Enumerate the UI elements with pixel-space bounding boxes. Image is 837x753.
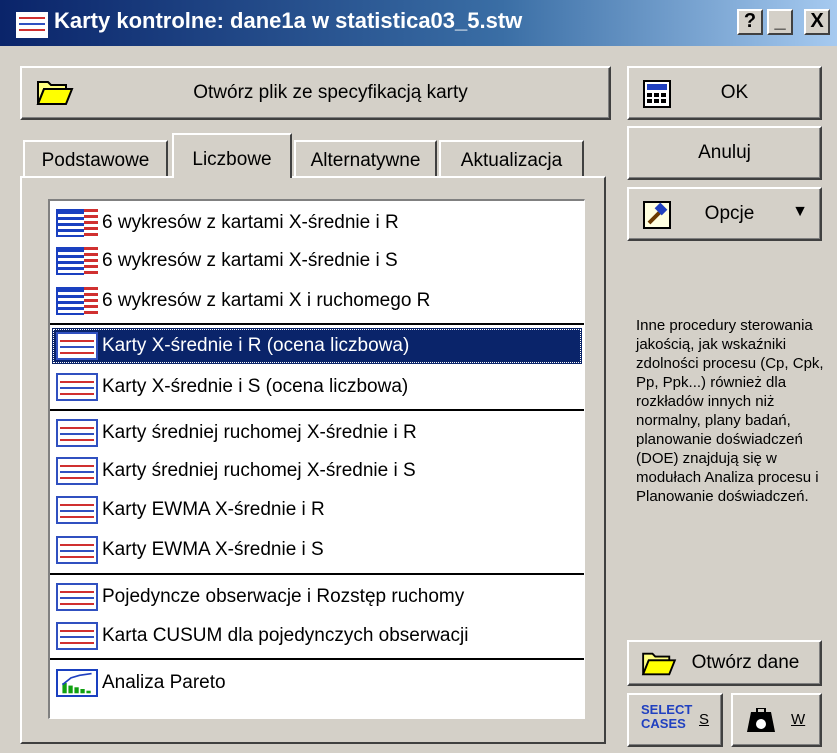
chart-type-list[interactable]: 6 wykresów z kartami X-średnie i R 6 wyk… — [48, 199, 585, 719]
list-separator — [50, 573, 584, 575]
list-item[interactable]: Karta CUSUM dla pojedynczych obserwacji — [52, 618, 582, 654]
list-separator — [50, 323, 584, 325]
list-item[interactable]: Karty średniej ruchomej X-średnie i R — [52, 415, 582, 451]
list-separator — [50, 658, 584, 660]
multi-chart-icon — [56, 247, 98, 275]
open-spec-file-button[interactable]: Otwórz plik ze specyfikacją karty — [20, 66, 611, 120]
weight-icon — [747, 708, 775, 732]
list-item[interactable]: Analiza Pareto — [52, 665, 582, 701]
weight-button[interactable]: W — [731, 693, 822, 747]
tab-alternatywne[interactable]: Alternatywne — [294, 140, 437, 176]
folder-open-icon — [36, 81, 74, 105]
folder-open-icon — [641, 652, 677, 676]
list-separator — [50, 409, 584, 411]
select-cases-button[interactable]: SELECT CASES S — [627, 693, 723, 747]
list-item[interactable]: Karty X-średnie i S (ocena liczbowa) — [52, 369, 582, 405]
select-cases-icon: SELECT CASES — [641, 702, 693, 731]
hammer-icon — [643, 201, 671, 229]
control-chart-icon — [56, 496, 98, 524]
window-title: Karty kontrolne: dane1a w statistica03_5… — [54, 8, 523, 33]
multi-chart-icon — [56, 287, 98, 315]
options-label: Opcje — [704, 203, 755, 224]
close-button[interactable]: X — [804, 9, 830, 35]
pareto-chart-icon — [56, 669, 98, 697]
control-chart-icon — [56, 373, 98, 401]
weight-key: W — [791, 711, 806, 728]
open-spec-file-label: Otwórz plik ze specyfikacją karty — [193, 82, 468, 103]
list-item-selected[interactable]: Karty X-średnie i R (ocena liczbowa) — [52, 328, 582, 364]
list-item[interactable]: Karty średniej ruchomej X-średnie i S — [52, 453, 582, 489]
list-item[interactable]: Karty EWMA X-średnie i R — [52, 492, 582, 528]
control-chart-icon — [56, 583, 98, 611]
control-chart-icon — [56, 457, 98, 485]
control-chart-icon — [56, 622, 98, 650]
multi-chart-icon — [56, 209, 98, 237]
list-item[interactable]: Karty EWMA X-średnie i S — [52, 532, 582, 568]
list-item[interactable]: 6 wykresów z kartami X-średnie i R — [52, 205, 582, 241]
list-item[interactable]: 6 wykresów z kartami X i ruchomego R — [52, 283, 582, 319]
cancel-button[interactable]: Anuluj — [627, 126, 822, 180]
ok-label: OK — [720, 82, 749, 103]
info-text: Inne procedury sterowania jakością, jak … — [636, 317, 824, 505]
chevron-down-icon: ▼ — [792, 203, 808, 220]
tab-aktualizacja[interactable]: Aktualizacja — [439, 140, 584, 176]
options-button[interactable]: Opcje ▼ — [627, 187, 822, 241]
control-chart-icon — [56, 419, 98, 447]
control-chart-app-icon — [16, 12, 48, 38]
tab-podstawowe[interactable]: Podstawowe — [23, 140, 168, 176]
open-data-label: Otwórz dane — [691, 652, 800, 673]
list-item[interactable]: 6 wykresów z kartami X-średnie i S — [52, 243, 582, 279]
tab-liczbowe[interactable]: Liczbowe — [172, 133, 292, 178]
list-item[interactable]: Pojedyncze obserwacje i Rozstęp ruchomy — [52, 579, 582, 615]
title-bar[interactable]: Karty kontrolne: dane1a w statistica03_5… — [0, 0, 837, 46]
minimize-button[interactable]: _ — [767, 9, 793, 35]
ok-button[interactable]: OK — [627, 66, 822, 120]
help-button[interactable]: ? — [737, 9, 763, 35]
select-cases-key: S — [699, 711, 710, 728]
control-chart-icon — [56, 332, 98, 360]
open-data-button[interactable]: Otwórz dane — [627, 640, 822, 686]
cancel-label: Anuluj — [698, 142, 751, 163]
control-chart-icon — [56, 536, 98, 564]
calculator-icon — [643, 80, 671, 108]
